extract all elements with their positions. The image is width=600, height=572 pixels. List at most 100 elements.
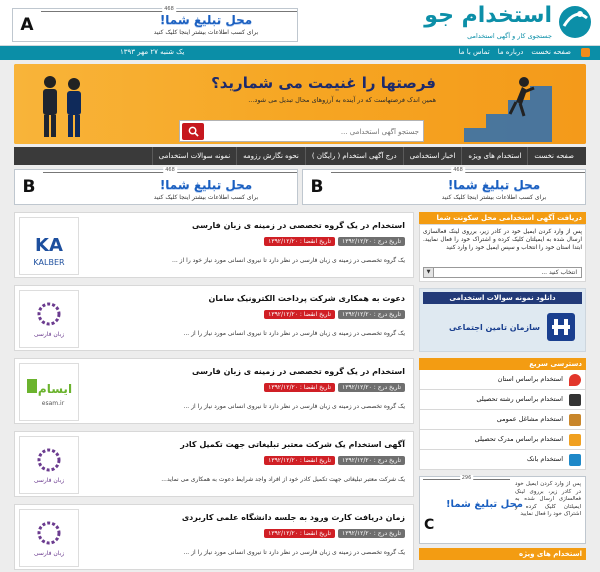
company-logo[interactable]: ایسام esam.ir <box>19 363 79 421</box>
newsletter-text: پس از وارد کردن ایمیل خود در کادر زیر، ب… <box>423 229 582 251</box>
ad-note: برای کسب اطلاعات بیشتر اینجا کلیک کنید <box>153 194 259 201</box>
hero-headline: فرصتها را غنیمت می شمارید؟ <box>211 74 436 92</box>
site-subtitle: جستجوی کار و آگهی استخدامی <box>467 32 552 40</box>
svg-text:esam.ir: esam.ir <box>42 400 65 407</box>
listing-card[interactable]: دعوت به همکاری شرکت پرداخت الکترونیک سام… <box>14 285 414 351</box>
company-logo[interactable]: زبان فارسی <box>19 509 79 567</box>
company-logo[interactable]: KA KALBER <box>19 217 79 275</box>
rss-icon[interactable] <box>581 48 590 57</box>
company-logo[interactable]: زبان فارسی <box>19 290 79 348</box>
posted-date-badge: تاریخ درج : ۱۳۹۲/۱۲/۲۰ <box>338 310 405 319</box>
listing-card[interactable]: استخدام در یک گروه تخصصی در زمینه ی زبان… <box>14 212 414 278</box>
bank-icon <box>569 454 581 466</box>
quick-link-field[interactable]: استخدام براساس رشته تحصیلی <box>419 390 586 410</box>
quick-link-province[interactable]: استخدام براساس استان <box>419 370 586 390</box>
top-strip: صفحه نخست درباره ما تماس با ما یک شنبه ۲… <box>0 46 600 60</box>
svg-text:KA: KA <box>35 235 63 256</box>
company-logo[interactable]: زبان فارسی <box>19 436 79 494</box>
kalber-logo-icon: KA KALBER <box>33 235 65 267</box>
ad-width-label: 296 <box>459 475 474 481</box>
nav-item-home[interactable]: صفحه نخست <box>527 147 580 165</box>
main-nav: صفحه نخست استخدام های ویژه اخبار استخدام… <box>14 147 586 165</box>
posted-date-badge: تاریخ درج : ۱۳۹۲/۱۲/۲۰ <box>338 383 405 392</box>
ad-banner-b-right[interactable]: B 468 محل تبلیغ شما! برای کسب اطلاعات بی… <box>302 167 586 205</box>
listing-title[interactable]: استخدام در یک گروه تخصصی در زمینه ی زبان… <box>192 221 405 230</box>
listing-title[interactable]: زمان دریافت کارت ورود به جلسه دانشگاه عل… <box>182 513 405 522</box>
listing-title[interactable]: آگهی استخدام یک شرکت معتبر تبلیغاتی جهت … <box>180 440 405 449</box>
site-header: استخدام جو جستجوی کار و آگهی استخدامی A … <box>0 0 600 46</box>
sample-banner-org: سازمان تامین اجتماعی <box>449 323 540 332</box>
ad-title: محل تبلیغ شما! <box>159 178 253 192</box>
quick-link-degree[interactable]: استخدام براساس مدرک تحصیلی <box>419 430 586 450</box>
job-listings: استخدام در یک گروه تخصصی در زمینه ی زبان… <box>14 212 414 572</box>
special-jobs-heading: استخدام های ویژه <box>419 548 586 560</box>
chevron-down-icon: ▼ <box>424 268 434 277</box>
ad-slot-letter: B <box>310 177 324 197</box>
search-icon <box>188 126 199 137</box>
expire-date-badge: تاریخ انقضا : ۱۳۹۲/۱۲/۲۰ <box>264 237 336 246</box>
esam-logo-icon: ایسام esam.ir <box>27 379 72 407</box>
quick-link-label: استخدام براساس استان <box>497 375 563 383</box>
ad-title: محل تبلیغ شما! <box>447 178 541 192</box>
ad-c-text: پس از وارد کردن ایمیل خود در کادر زیر، ب… <box>515 481 581 517</box>
ad-banner-c[interactable]: 296 پس از وارد کردن ایمیل خود در کادر زی… <box>419 475 586 544</box>
site-title: استخدام جو <box>424 3 552 28</box>
expire-date-badge: تاریخ انقضا : ۱۳۹۲/۱۲/۲۰ <box>264 456 336 465</box>
province-select-value: انتخاب کنید ... <box>541 269 577 276</box>
site-logo[interactable]: استخدام جو جستجوی کار و آگهی استخدامی <box>424 2 594 42</box>
nav-item-news[interactable]: اخبار استخدامی <box>402 147 462 165</box>
listing-description: یک گروه تخصصی در زمینه ی زبان فارسی در ن… <box>172 257 405 264</box>
search-box <box>179 120 424 142</box>
listing-title[interactable]: دعوت به همکاری شرکت پرداخت الکترونیک سام… <box>209 294 405 303</box>
svg-text:زبان فارسی: زبان فارسی <box>34 550 64 557</box>
listing-card[interactable]: استخدام در یک گروه تخصصی در زمینه ی زبان… <box>14 358 414 424</box>
sample-banner-title: دانلود نمونه سوالات استخدامی <box>423 292 582 304</box>
posted-date-badge: تاریخ درج : ۱۳۹۲/۱۲/۲۰ <box>338 237 405 246</box>
map-pin-icon <box>569 374 581 386</box>
listing-title[interactable]: استخدام در یک گروه تخصصی در زمینه ی زبان… <box>192 367 405 376</box>
ad-note: برای کسب اطلاعات بیشتر اینجا کلیک کنید <box>441 194 547 201</box>
ornament-logo-icon: زبان فارسی <box>34 302 64 338</box>
current-date: یک شنبه ۲۷ مهر ۱۳۹۳ <box>120 48 185 56</box>
province-select[interactable]: انتخاب کنید ... ▼ <box>423 267 582 278</box>
businesspeople-illustration <box>43 76 81 137</box>
nav-item-post-ad[interactable]: درج آگهی استخدام ( رایگان ) <box>304 147 403 165</box>
ad-slot-letter: A <box>20 15 34 35</box>
expire-date-badge: تاریخ انقضا : ۱۳۹۲/۱۲/۲۰ <box>264 529 336 538</box>
newsletter-box: پس از وارد کردن ایمیل خود در کادر زیر، ب… <box>419 224 586 282</box>
quick-link-label: استخدام براساس رشته تحصیلی <box>476 395 563 403</box>
listing-description: یک گروه تخصصی در زمینه ی زبان فارسی در ن… <box>183 549 405 556</box>
quick-link-label: استخدام براساس مدرک تحصیلی <box>474 435 563 443</box>
sample-questions-banner[interactable]: دانلود نمونه سوالات استخدامی سازمان تامی… <box>419 288 586 352</box>
hero-banner: فرصتها را غنیمت می شمارید؟ همین اندک فرص… <box>14 64 586 144</box>
listing-card[interactable]: زمان دریافت کارت ورود به جلسه دانشگاه عل… <box>14 504 414 570</box>
nav-item-special-jobs[interactable]: استخدام های ویژه <box>461 147 527 165</box>
ad-banner-a[interactable]: A 468 محل تبلیغ شما! برای کسب اطلاعات بی… <box>12 6 298 42</box>
briefcase-icon <box>569 414 581 426</box>
svg-text:زبان فارسی: زبان فارسی <box>34 477 64 484</box>
ad-width-label: 468 <box>163 167 177 173</box>
hero-subtext: همین اندک فرصتهاست که در آینده به آرزوها… <box>248 96 436 104</box>
quick-link-general[interactable]: استخدام مشاغل عمومی <box>419 410 586 430</box>
ad-banner-b-left[interactable]: B 468 محل تبلیغ شما! برای کسب اطلاعات بی… <box>14 167 298 205</box>
ad-note: برای کسب اطلاعات بیشتر اینجا کلیک کنید <box>153 29 259 36</box>
quick-link-bank[interactable]: استخدام بانک <box>419 450 586 470</box>
nav-item-sample-questions[interactable]: نمونه سوالات استخدامی <box>151 147 236 165</box>
svg-text:ایسام: ایسام <box>38 382 72 397</box>
logo-icon <box>559 6 591 38</box>
search-button[interactable] <box>182 123 204 140</box>
top-link-home[interactable]: صفحه نخست <box>531 48 571 57</box>
posted-date-badge: تاریخ درج : ۱۳۹۲/۱۲/۲۰ <box>338 456 405 465</box>
listing-description: یک گروه تخصصی در زمینه ی زبان فارسی در ن… <box>183 330 405 337</box>
ad-slot-letter: B <box>22 177 36 197</box>
top-link-about[interactable]: درباره ما <box>498 48 524 57</box>
listing-card[interactable]: آگهی استخدام یک شرکت معتبر تبلیغاتی جهت … <box>14 431 414 497</box>
quick-access-heading: دسترسی سریع <box>419 358 586 370</box>
nav-item-resume[interactable]: نحوه نگارش رزومه <box>236 147 305 165</box>
search-input[interactable] <box>219 124 419 139</box>
ornament-logo-icon: زبان فارسی <box>34 448 64 484</box>
top-link-contact[interactable]: تماس با ما <box>459 48 490 57</box>
posted-date-badge: تاریخ درج : ۱۳۹۲/۱۲/۲۰ <box>338 529 405 538</box>
ad-title: محل تبلیغ شما! <box>446 499 523 510</box>
expire-date-badge: تاریخ انقضا : ۱۳۹۲/۱۲/۲۰ <box>264 383 336 392</box>
